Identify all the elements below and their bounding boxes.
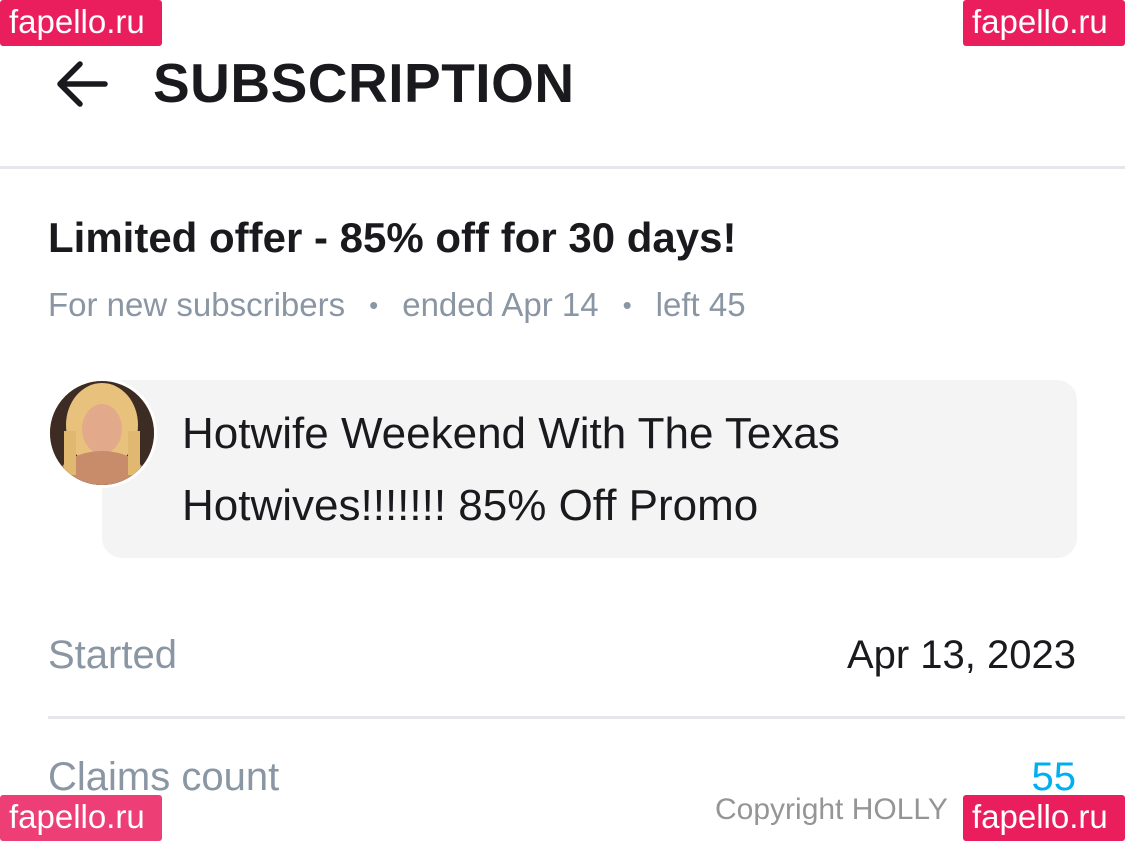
watermark-badge: fapello.ru: [0, 0, 162, 46]
started-value: Apr 13, 2023: [846, 633, 1076, 677]
offer-left: left 45: [655, 286, 746, 323]
back-button[interactable]: [50, 54, 112, 114]
subscription-page: SUBSCRIPTION Limited offer - 85% off for…: [0, 0, 1125, 841]
offer-title: Limited offer - 85% off for 30 days!: [48, 214, 737, 261]
offer-audience: For new subscribers: [48, 286, 346, 323]
offer-meta: For new subscribers • ended Apr 14 • lef…: [48, 284, 746, 326]
arrow-left-icon: [57, 61, 108, 107]
header: SUBSCRIPTION: [0, 0, 1125, 169]
watermark-badge: fapello.ru: [963, 795, 1125, 841]
started-label: Started: [48, 633, 177, 677]
separator-dot: •: [622, 290, 632, 320]
watermark-badge: fapello.ru: [0, 795, 162, 841]
started-row: Started Apr 13, 2023: [48, 620, 1125, 719]
copyright-text: Copyright HOLLY: [715, 793, 948, 826]
separator-dot: •: [369, 290, 379, 320]
message-text: Hotwife Weekend With The Texas Hotwives!…: [182, 409, 840, 530]
page-title: SUBSCRIPTION: [153, 52, 575, 114]
avatar-image: [50, 381, 154, 485]
offer-ended: ended Apr 14: [402, 286, 599, 323]
message-bubble: Hotwife Weekend With The Texas Hotwives!…: [102, 380, 1077, 558]
watermark-badge: fapello.ru: [963, 0, 1125, 46]
avatar[interactable]: [47, 378, 157, 488]
